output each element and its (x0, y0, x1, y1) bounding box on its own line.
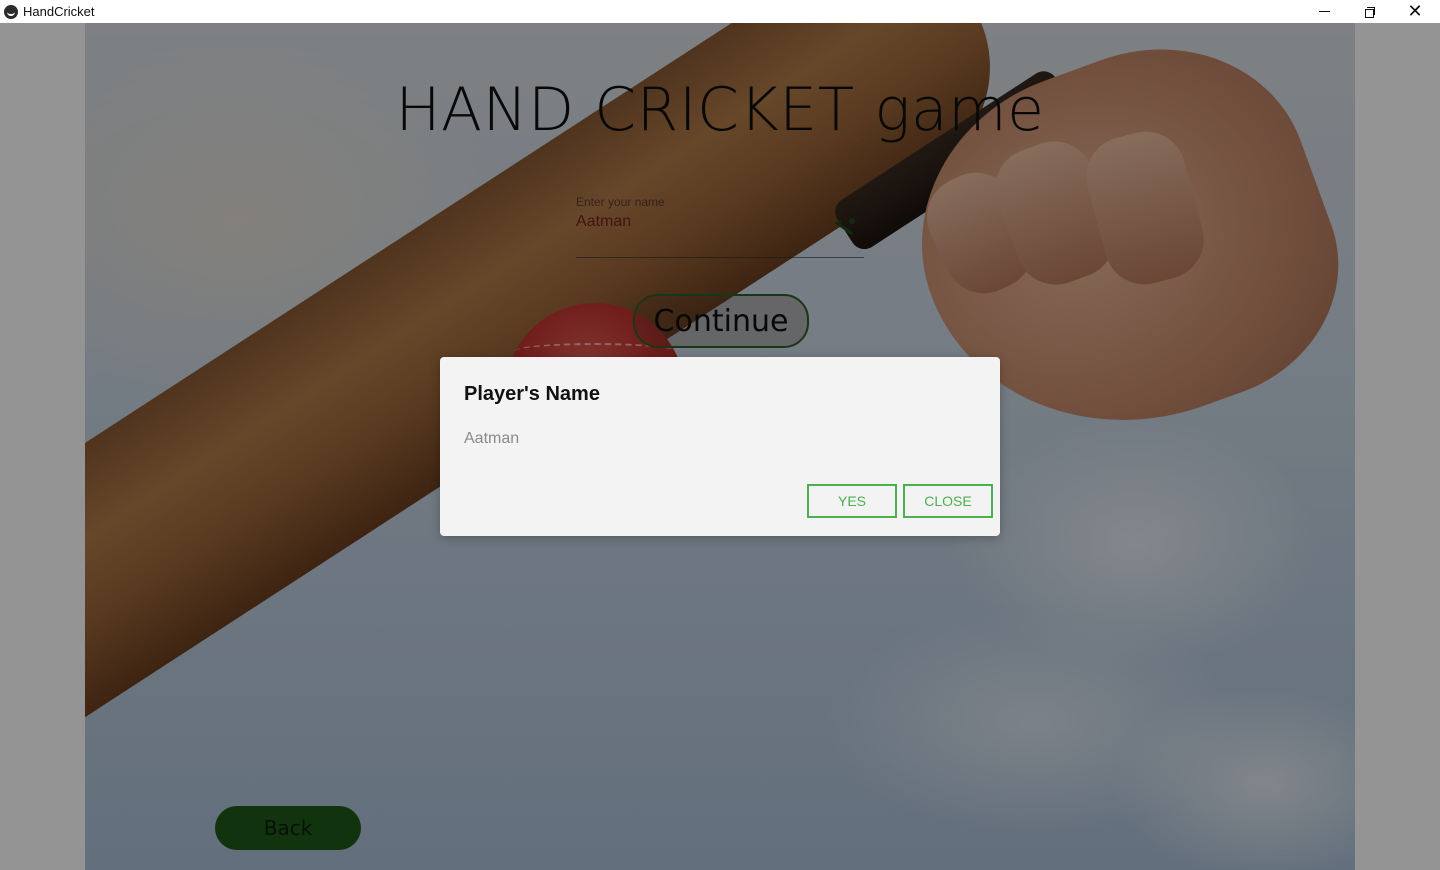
app-icon (4, 4, 18, 19)
dialog-title: Player's Name (464, 383, 600, 405)
minimize-icon (1318, 11, 1330, 12)
app-canvas: HAND CRICKET game Enter your name Aatman… (0, 23, 1440, 870)
restore-icon (1365, 6, 1375, 18)
title-bar: HandCricket ✕ (0, 0, 1440, 23)
window-title: HandCricket (23, 4, 95, 19)
yes-button[interactable]: YES (807, 484, 897, 518)
player-name-dialog: Player's Name Aatman YES CLOSE (440, 357, 1000, 536)
restore-button[interactable] (1347, 0, 1393, 23)
close-window-button[interactable]: ✕ (1392, 0, 1438, 23)
minimize-button[interactable] (1301, 0, 1347, 23)
dialog-body-text: Aatman (464, 430, 520, 447)
close-icon: ✕ (1407, 0, 1423, 22)
close-button[interactable]: CLOSE (903, 484, 993, 518)
